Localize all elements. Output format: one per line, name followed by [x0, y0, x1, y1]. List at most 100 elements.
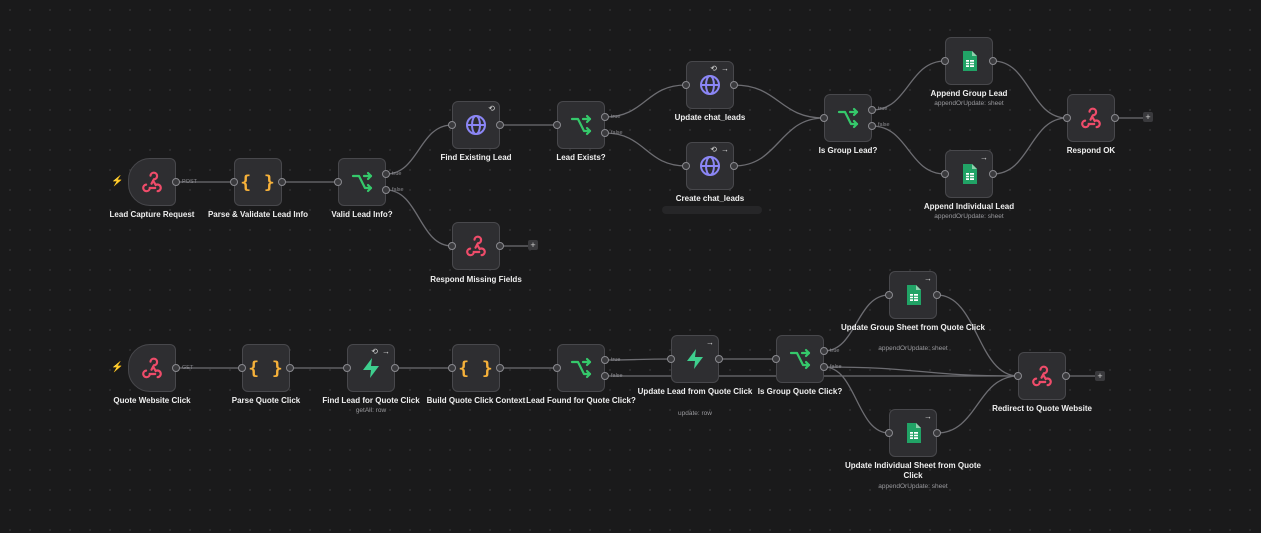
node-port[interactable] [682, 162, 690, 170]
node-append-group-lead[interactable] [945, 37, 993, 85]
edge-label-false: false [611, 130, 623, 136]
globe-icon [700, 156, 720, 176]
node-redirect-to-quote-website[interactable] [1018, 352, 1066, 400]
node-parse-validate-lead-info[interactable]: { } [234, 158, 282, 206]
node-port[interactable] [553, 364, 561, 372]
node-find-existing-lead[interactable]: ⟲ [452, 101, 500, 149]
node-subtitle: update: row [678, 410, 712, 417]
node-create-chat-leads[interactable]: ⟲ → [686, 142, 734, 190]
node-port[interactable] [820, 114, 828, 122]
node-port[interactable] [715, 355, 723, 363]
node-port[interactable] [868, 106, 876, 114]
connection-line [823, 366, 890, 434]
node-port[interactable] [1014, 372, 1022, 380]
node-port[interactable] [334, 178, 342, 186]
node-port[interactable] [667, 355, 675, 363]
code-braces-icon: { } [248, 357, 284, 379]
node-is-group-quote-click[interactable] [776, 335, 824, 383]
node-port[interactable] [382, 186, 390, 194]
sheets-icon [963, 51, 977, 71]
node-port[interactable] [989, 57, 997, 65]
add-node-button[interactable]: + [1095, 371, 1105, 381]
node-port[interactable] [172, 364, 180, 372]
node-port[interactable] [601, 372, 609, 380]
node-port[interactable] [553, 121, 561, 129]
node-port[interactable] [820, 363, 828, 371]
node-lead-exists[interactable] [557, 101, 605, 149]
node-port[interactable] [941, 57, 949, 65]
node-label: Is Group Quote Click? [757, 387, 843, 396]
node-port[interactable] [885, 429, 893, 437]
node-port[interactable] [820, 347, 828, 355]
node-port[interactable] [238, 364, 246, 372]
node-respond-ok[interactable] [1067, 94, 1115, 142]
node-port[interactable] [868, 122, 876, 130]
node-port[interactable] [448, 121, 456, 129]
node-port[interactable] [172, 178, 180, 186]
node-find-lead-for-quote-click[interactable]: ⟲ → [347, 344, 395, 392]
node-label: Valid Lead Info? [331, 210, 393, 219]
node-update-lead-from-quote-click[interactable]: → [671, 335, 719, 383]
node-port[interactable] [496, 121, 504, 129]
arrow-icon: → [706, 338, 714, 347]
node-port[interactable] [885, 291, 893, 299]
node-port[interactable] [601, 113, 609, 121]
connection-line [936, 294, 1019, 377]
node-port[interactable] [601, 129, 609, 137]
node-is-group-lead[interactable] [824, 94, 872, 142]
node-port[interactable] [382, 170, 390, 178]
node-port[interactable] [941, 170, 949, 178]
node-append-individual-lead[interactable]: → [945, 150, 993, 198]
edge-label-method: POST [182, 179, 197, 185]
node-port[interactable] [343, 364, 351, 372]
edge-label-true: true [611, 114, 621, 120]
node-port[interactable] [772, 355, 780, 363]
node-port[interactable] [933, 291, 941, 299]
node-label: Update Group Sheet from Quote Click [840, 323, 985, 332]
node-subtitle: appendOrUpdate: sheet [878, 345, 948, 352]
node-label: Respond Missing Fields [430, 275, 522, 284]
node-quote-website-click[interactable] [128, 344, 176, 392]
add-node-button[interactable]: + [528, 240, 538, 250]
node-label: Update chat_leads [674, 113, 746, 122]
node-valid-lead-info[interactable] [338, 158, 386, 206]
node-port[interactable] [278, 178, 286, 186]
node-port[interactable] [1063, 114, 1071, 122]
add-node-button[interactable]: + [1143, 112, 1153, 122]
node-port[interactable] [448, 364, 456, 372]
loop-icon: ⟲ [710, 64, 717, 73]
node-parse-quote-click[interactable]: { } [242, 344, 290, 392]
node-port[interactable] [496, 242, 504, 250]
node-update-chat-leads[interactable]: ⟲ → [686, 61, 734, 109]
node-label: Lead Found for Quote Click? [526, 396, 636, 405]
node-port[interactable] [391, 364, 399, 372]
workflow-canvas[interactable]: ⚡ POST Lead Capture Request { } Parse & … [0, 0, 1261, 533]
node-port[interactable] [933, 429, 941, 437]
node-port[interactable] [601, 356, 609, 364]
node-lead-capture-request[interactable] [128, 158, 176, 206]
node-port[interactable] [989, 170, 997, 178]
if-branch-icon [570, 357, 592, 379]
node-label: Redirect to Quote Website [992, 404, 1092, 413]
node-respond-missing-fields[interactable] [452, 222, 500, 270]
code-braces-icon: { } [458, 357, 494, 379]
node-port[interactable] [1062, 372, 1070, 380]
node-port[interactable] [448, 242, 456, 250]
node-port[interactable] [1111, 114, 1119, 122]
node-lead-found-for-quote-click[interactable] [557, 344, 605, 392]
node-build-quote-click-context[interactable]: { } [452, 344, 500, 392]
sheets-icon [907, 423, 921, 443]
sheets-icon [907, 285, 921, 305]
node-port[interactable] [286, 364, 294, 372]
node-port[interactable] [230, 178, 238, 186]
node-update-individual-sheet[interactable]: → [889, 409, 937, 457]
node-port[interactable] [496, 364, 504, 372]
trigger-bolt-icon: ⚡ [111, 176, 124, 187]
edge-label-true: true [392, 171, 402, 177]
node-label: Update Individual Sheet from Quote Click [844, 461, 981, 480]
node-port[interactable] [730, 81, 738, 89]
arrow-icon: → [924, 412, 932, 421]
node-port[interactable] [730, 162, 738, 170]
node-port[interactable] [682, 81, 690, 89]
node-update-group-sheet[interactable]: → [889, 271, 937, 319]
